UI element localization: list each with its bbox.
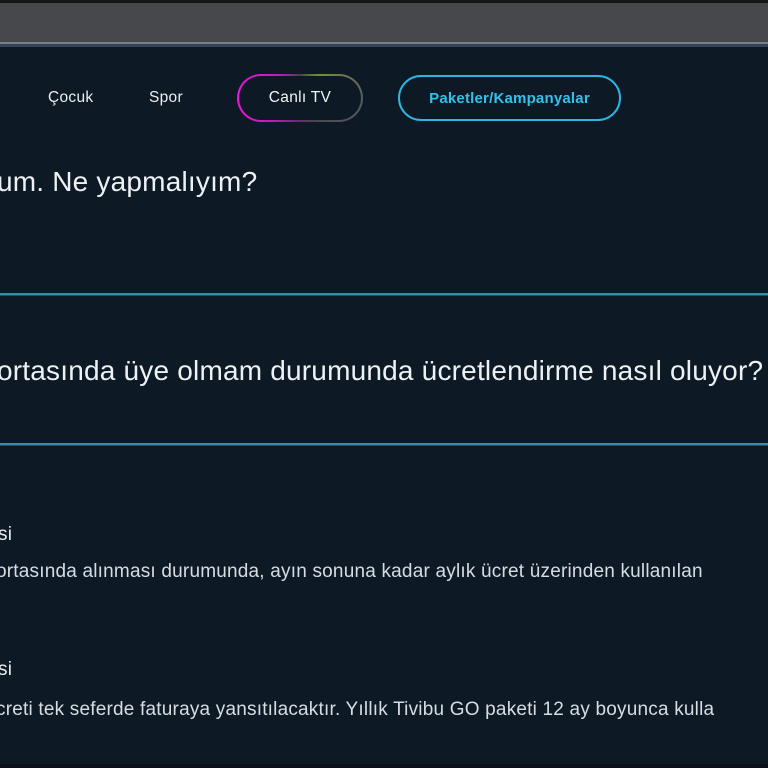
section-divider-1 [0, 293, 768, 295]
faq-question-2[interactable]: ortasında üye olmam durumunda ücretlendi… [0, 355, 763, 387]
answer-paragraph-1: ortasında alınması durumunda, ayın sonun… [0, 561, 703, 582]
browser-chrome-bar [0, 3, 768, 44]
page: Çocuk Spor Canlı TV Paketler/Kampanyalar… [0, 47, 768, 768]
letterbox-bottom [0, 764, 768, 768]
section-divider-2 [0, 443, 768, 445]
faq-question-1: um. Ne yapmalıyım? [0, 166, 258, 197]
answer-subheading-2: si [0, 659, 13, 680]
answer-paragraph-2: creti tek seferde faturaya yansıtılacakt… [0, 699, 715, 720]
answer-subheading-1: si [0, 524, 13, 545]
faq-content: um. Ne yapmalıyım? ortasında üye olmam d… [0, 47, 768, 768]
